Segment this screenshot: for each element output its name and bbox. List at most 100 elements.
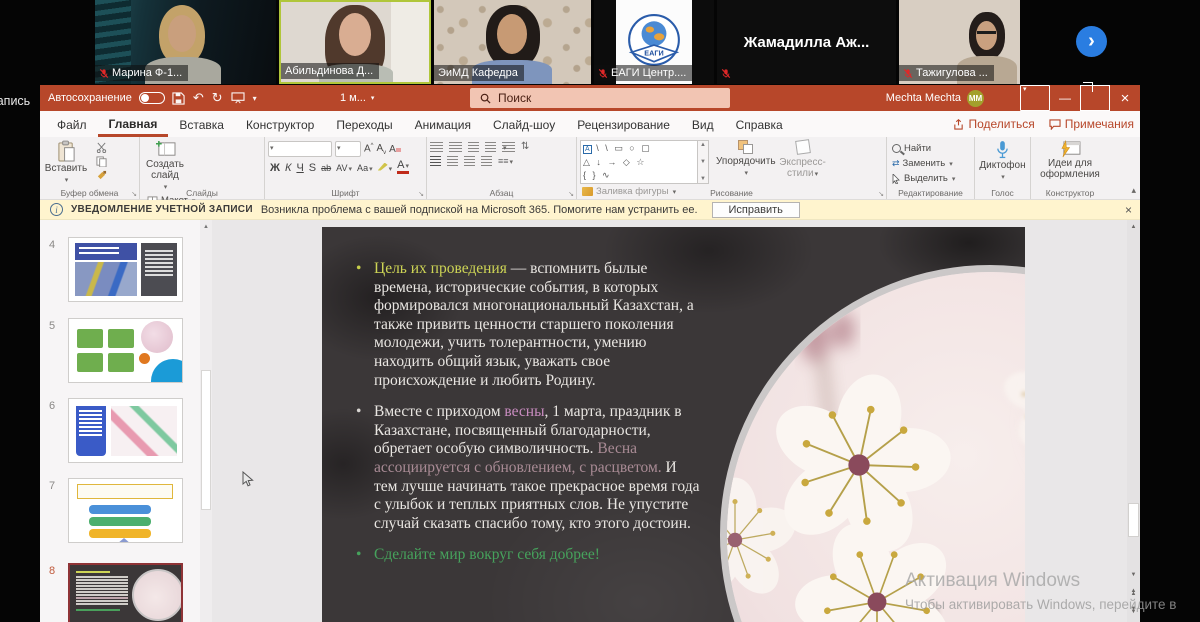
previous-slide-button[interactable]: ▲▲	[1127, 586, 1140, 599]
search-input[interactable]: Поиск	[470, 88, 730, 108]
decrease-indent-button[interactable]	[468, 142, 479, 152]
slide-thumbnail-5[interactable]	[68, 318, 183, 383]
font-dialog-launcher-icon[interactable]: ↘	[418, 190, 424, 198]
numbering-button[interactable]	[449, 142, 462, 152]
bullets-button[interactable]	[430, 142, 443, 152]
thumb-art	[145, 250, 173, 252]
cut-button[interactable]	[96, 142, 107, 153]
quick-styles-button[interactable]: Экспресс- стили	[778, 140, 828, 180]
canvas-scrollbar[interactable]: ▲ ▼ ▲▲ ▼▼	[1127, 220, 1140, 622]
blossom-photo-circle[interactable]	[720, 265, 1025, 622]
thumbnail-scrollbar[interactable]: ▲	[200, 220, 212, 622]
participant-tile-marina[interactable]: Марина Ф-1...	[95, 0, 276, 84]
justify-button[interactable]	[481, 156, 492, 166]
align-center-button[interactable]	[447, 156, 458, 166]
thumbnail-scrollbar-thumb[interactable]	[201, 370, 211, 510]
account-info[interactable]: Mechta Mechta MM	[886, 90, 984, 107]
notification-close-icon[interactable]: ×	[1125, 203, 1132, 217]
scroll-up-icon[interactable]: ▲	[200, 220, 212, 233]
slide-thumbnail-7[interactable]	[68, 478, 183, 543]
increase-indent-button[interactable]	[485, 142, 496, 152]
highlight-pen-button[interactable]	[378, 162, 393, 174]
share-button[interactable]: Поделиться	[953, 117, 1034, 131]
new-slide-button[interactable]: Создать слайд	[143, 140, 187, 193]
align-right-button[interactable]	[464, 156, 475, 166]
slide-thumbnail-4[interactable]	[68, 237, 183, 302]
design-ideas-button[interactable]: Идеи для оформления	[1034, 140, 1106, 180]
columns-button[interactable]: ≡≡	[498, 156, 513, 166]
tab-animations[interactable]: Анимация	[404, 111, 482, 137]
paste-dropdown-icon[interactable]	[64, 174, 69, 186]
arrange-button[interactable]: Упорядочить	[717, 140, 775, 179]
grow-font-button[interactable]: А^	[364, 143, 374, 154]
title-dropdown-icon[interactable]: ▾	[371, 94, 375, 102]
participant-tile-abildinova-speaking[interactable]: Абильдинова Д...	[279, 0, 431, 84]
select-button[interactable]: Выделить	[892, 173, 955, 184]
minimize-button[interactable]: —	[1050, 85, 1080, 111]
autosave-toggle[interactable]	[139, 92, 165, 104]
participant-tile-tazhigulova[interactable]: Тажигулова ...	[899, 0, 1020, 84]
italic-button[interactable]: К	[285, 162, 291, 174]
font-name-select[interactable]	[268, 141, 332, 157]
format-painter-button[interactable]	[96, 170, 107, 181]
slide-thumbnail-8-selected[interactable]	[68, 563, 183, 622]
line-spacing-button[interactable]	[502, 142, 515, 152]
start-presentation-icon[interactable]	[231, 92, 245, 104]
strikethrough-button[interactable]: ab	[321, 163, 331, 173]
ribbon-display-options-button[interactable]	[1020, 85, 1050, 111]
tab-insert[interactable]: Вставка	[168, 111, 235, 137]
character-spacing-button[interactable]: AV	[336, 163, 352, 173]
bullet-1-text: — вспомнить былые времена, исторические …	[374, 260, 694, 389]
clear-formatting-button[interactable]: А	[389, 144, 401, 155]
screen: Марина Ф-1... Абильдинова Д... ЭиМД Кафе…	[0, 0, 1200, 622]
bold-button[interactable]: Ж	[270, 162, 280, 174]
undo-icon[interactable]: ↶	[193, 90, 204, 106]
tab-review[interactable]: Рецензирование	[566, 111, 681, 137]
change-case-button[interactable]: Аа	[357, 163, 373, 173]
fix-button[interactable]: Исправить	[712, 202, 800, 218]
tab-file[interactable]: Файл	[46, 111, 98, 137]
copy-button[interactable]	[96, 156, 107, 167]
shapes-gallery[interactable]: A \ \ ▭ ○ ▢ △ ↓ → ◇ ☆ { } ∿	[580, 140, 698, 184]
tab-design[interactable]: Конструктор	[235, 111, 325, 137]
tab-transitions[interactable]: Переходы	[325, 111, 403, 137]
font-color-button[interactable]: А	[397, 161, 409, 174]
close-button[interactable]: ×	[1110, 85, 1140, 111]
canvas-scrollbar-thumb[interactable]	[1128, 503, 1139, 537]
shrink-font-button[interactable]: Аv	[377, 143, 387, 156]
text-direction-button[interactable]: ⇅	[521, 141, 529, 152]
scroll-down-icon[interactable]: ▼	[1127, 568, 1140, 581]
participant-tile-zhamadilla[interactable]: Жамадилла Аж...	[717, 0, 896, 84]
collapse-ribbon-icon[interactable]: ▴	[1131, 185, 1136, 196]
participant-tile-eimd[interactable]: ЭиМД Кафедра	[434, 0, 591, 84]
text-shadow-button[interactable]: S	[309, 162, 316, 174]
find-button[interactable]: Найти	[892, 143, 955, 154]
save-icon[interactable]	[172, 92, 185, 105]
comments-button[interactable]: Примечания	[1049, 117, 1134, 131]
drawing-dialog-launcher-icon[interactable]: ↘	[878, 190, 884, 198]
shapes-gallery-scroll[interactable]: ▲▼▼	[698, 140, 709, 184]
tab-home[interactable]: Главная	[98, 111, 169, 137]
underline-button[interactable]: Ч	[296, 162, 303, 174]
textbox-shape-icon[interactable]: A	[583, 145, 592, 154]
participant-tile-eagi[interactable]: ЕАГИ ЕАГИ Центр....	[594, 0, 714, 84]
slide-thumbnail-6[interactable]	[68, 398, 183, 463]
tab-slideshow[interactable]: Слайд-шоу	[482, 111, 566, 137]
customize-qat-icon[interactable]: ▾	[253, 94, 257, 103]
paste-button[interactable]: Вставить	[43, 140, 89, 186]
next-slide-button[interactable]: ▼▼	[1127, 604, 1140, 617]
tab-view[interactable]: Вид	[681, 111, 725, 137]
font-size-select[interactable]	[335, 141, 361, 157]
clipboard-dialog-launcher-icon[interactable]: ↘	[131, 190, 137, 198]
restore-button[interactable]	[1080, 85, 1110, 111]
slide-text-placeholder[interactable]: • Цель их проведения — вспомнить былые в…	[352, 260, 704, 578]
align-left-button[interactable]	[430, 156, 441, 166]
scroll-up-icon[interactable]: ▲	[1127, 220, 1140, 233]
tab-help[interactable]: Справка	[725, 111, 794, 137]
paragraph-dialog-launcher-icon[interactable]: ↘	[568, 190, 574, 198]
current-slide[interactable]: • Цель их проведения — вспомнить былые в…	[322, 227, 1025, 622]
next-participants-button[interactable]: ›	[1076, 26, 1107, 57]
redo-icon[interactable]: ↻	[212, 90, 223, 106]
replace-button[interactable]: ⇄Заменить	[892, 158, 955, 169]
dictate-button[interactable]: Диктофон	[978, 140, 1027, 183]
